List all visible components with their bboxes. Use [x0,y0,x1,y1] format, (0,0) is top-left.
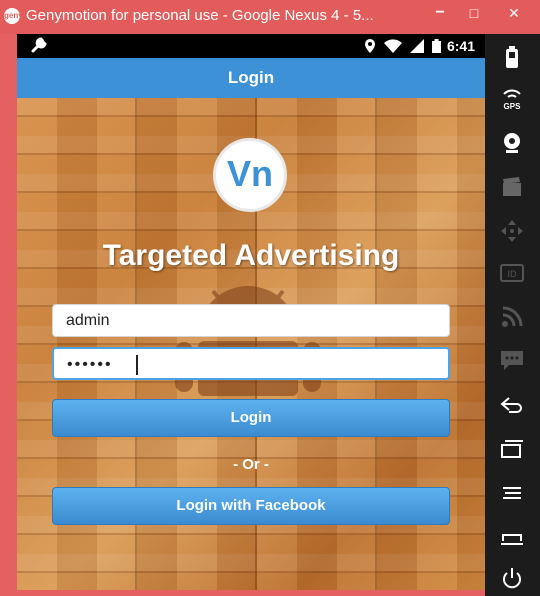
app-logo: Vn [213,138,287,212]
id-icon[interactable]: ID [499,260,525,286]
capture-icon[interactable] [499,174,525,200]
window-title: Genymotion for personal use - Google Nex… [26,7,374,24]
rss-icon[interactable] [499,304,525,330]
device-screen: 6:41 Login Vn Targeted Advertising admin [17,34,485,590]
username-field[interactable]: admin [52,304,450,337]
login-button[interactable]: Login [52,399,450,437]
maximize-button[interactable]: □ [460,3,488,25]
facebook-login-button[interactable]: Login with Facebook [52,487,450,525]
text-cursor [136,355,138,375]
move-icon[interactable] [499,218,525,244]
facebook-login-label: Login with Facebook [176,497,326,514]
or-separator: - Or - [233,456,269,473]
minimize-button[interactable]: − [426,3,454,25]
username-value: admin [66,312,110,329]
gps-icon[interactable]: GPS [499,86,525,112]
back-icon[interactable] [499,392,525,418]
action-bar: Login [17,58,485,98]
status-bar: 6:41 [17,34,485,58]
password-field[interactable]: •••••• [52,347,450,380]
location-icon [365,39,375,53]
genymotion-logo-icon: geny [4,8,23,24]
wifi-icon [384,39,402,53]
login-button-label: Login [230,409,272,426]
webcam-icon[interactable] [499,130,525,156]
battery-icon [432,39,441,53]
power-icon[interactable] [499,566,525,592]
genymotion-window: geny Genymotion for personal use - Googl… [0,0,540,596]
gps-label: GPS [504,102,522,111]
app-logo-text: Vn [226,153,273,194]
menu-icon[interactable] [499,480,525,506]
sms-icon[interactable] [499,347,525,373]
wrench-icon [31,37,47,53]
close-button[interactable]: ✕ [500,3,528,25]
recent-apps-icon[interactable] [499,436,525,462]
app-title: Targeted Advertising [102,239,400,272]
status-time: 6:41 [446,38,475,54]
battery-icon[interactable] [499,44,525,70]
genymotion-toolbar: GPS ID [485,34,540,596]
home-icon[interactable] [499,524,525,550]
window-title-bar[interactable]: geny Genymotion for personal use - Googl… [0,0,540,34]
password-value: •••••• [67,356,113,373]
page-title: Login [227,68,275,87]
id-label: ID [508,269,518,279]
signal-icon [410,39,424,53]
